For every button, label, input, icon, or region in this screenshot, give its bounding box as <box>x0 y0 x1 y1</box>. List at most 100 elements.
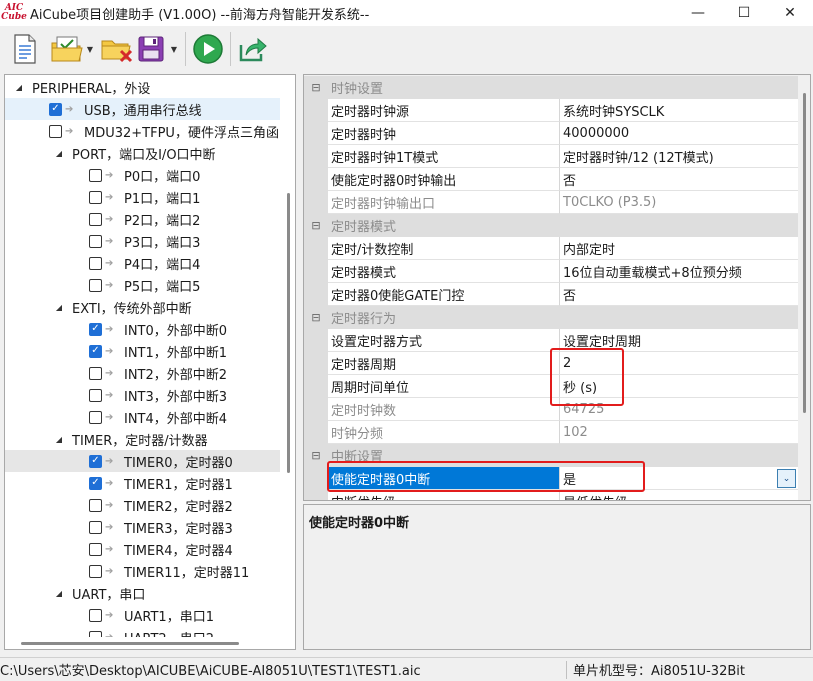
expand-collapse-icon[interactable]: ◢ <box>53 301 65 313</box>
tree-group-node[interactable]: ◢ UART，串口 <box>5 582 280 604</box>
maximize-button[interactable]: ☐ <box>721 0 767 26</box>
property-vertical-scroll-thumb[interactable] <box>803 93 806 413</box>
property-name[interactable]: 定时器时钟源 <box>328 99 560 122</box>
close-button[interactable]: ✕ <box>767 0 813 26</box>
enable-checkbox[interactable] <box>89 168 102 182</box>
expand-collapse-icon[interactable]: ◢ <box>53 433 65 445</box>
property-row[interactable]: 定时器时钟输出口 T0CLKO (P3.5) <box>304 191 798 214</box>
property-row[interactable]: 定时器时钟 40000000 <box>304 122 798 145</box>
enable-checkbox[interactable] <box>89 256 102 270</box>
property-value[interactable]: 16位自动重载模式+8位预分频 <box>560 260 798 283</box>
property-name[interactable]: 周期时间单位 <box>328 375 560 398</box>
enable-checkbox[interactable] <box>49 102 62 116</box>
property-name[interactable]: 定时/计数控制 <box>328 237 560 260</box>
enable-checkbox[interactable] <box>89 366 102 380</box>
tree-item[interactable]: ➔ MDU32+TFPU，硬件浮点三角函 <box>5 120 280 142</box>
collapse-category-icon[interactable]: ⊟ <box>304 214 328 237</box>
tree-vertical-scrollbar[interactable] <box>283 75 295 649</box>
open-project-dropdown-arrow[interactable]: ▼ <box>84 30 96 68</box>
tree-item[interactable]: ➔ INT0，外部中断0 <box>5 318 280 340</box>
open-project-button[interactable] <box>50 30 84 68</box>
property-name[interactable]: 定时时钟数 <box>328 398 560 421</box>
save-dropdown-arrow[interactable]: ▼ <box>168 30 180 68</box>
property-row[interactable]: 时钟分频 102 <box>304 421 798 444</box>
enable-checkbox[interactable] <box>49 124 62 138</box>
property-row[interactable]: 定时器时钟1T模式 定时器时钟/12 (12T模式) <box>304 145 798 168</box>
property-value[interactable]: 否 <box>560 168 798 191</box>
enable-checkbox[interactable] <box>89 476 102 490</box>
peripheral-tree[interactable]: ◢ PERIPHERAL，外设 ➔ USB，通用串行总线 ➔ MDU32+TFPU，硬件浮… <box>4 74 296 650</box>
property-value[interactable]: 40000000 <box>560 122 798 145</box>
property-row[interactable]: 定时器模式 16位自动重载模式+8位预分频 <box>304 260 798 283</box>
property-name[interactable]: 定时器周期 <box>328 352 560 375</box>
enable-checkbox[interactable] <box>89 498 102 512</box>
tree-item[interactable]: ➔ TIMER4，定时器4 <box>5 538 280 560</box>
save-button[interactable] <box>134 30 168 68</box>
tree-item[interactable]: ➔ TIMER2，定时器2 <box>5 494 280 516</box>
property-row[interactable]: 使能定时器0时钟输出否 <box>304 168 798 191</box>
tree-item[interactable]: ➔ TIMER1，定时器1 <box>5 472 280 494</box>
tree-item[interactable]: ➔ INT3，外部中断3 <box>5 384 280 406</box>
property-vertical-scrollbar[interactable] <box>798 75 810 500</box>
tree-item[interactable]: ➔ INT4，外部中断4 <box>5 406 280 428</box>
property-name[interactable]: 时钟分频 <box>328 421 560 444</box>
tree-group-node[interactable]: ◢ EXTI，传统外部中断 <box>5 296 280 318</box>
enable-checkbox[interactable] <box>89 212 102 226</box>
value-dropdown-button[interactable]: ⌄ <box>777 469 796 488</box>
enable-checkbox[interactable] <box>89 454 102 468</box>
property-value[interactable]: 内部定时 <box>560 237 798 260</box>
property-grid[interactable]: ⊟ 时钟设置 定时器时钟源 系统时钟SYSCLK 定时器时钟 40000000 定时器时钟1… <box>303 74 811 501</box>
tree-item[interactable]: ➔ P0口，端口0 <box>5 164 280 186</box>
property-row[interactable]: 定时/计数控制 内部定时 <box>304 237 798 260</box>
expand-collapse-icon[interactable]: ◢ <box>13 81 25 93</box>
property-name[interactable]: 使能定时器0时钟输出 <box>328 168 560 191</box>
property-value[interactable]: 否 <box>560 283 798 306</box>
new-document-button[interactable] <box>8 30 42 68</box>
tree-item[interactable]: ➔ INT2，外部中断2 <box>5 362 280 384</box>
property-row[interactable]: 定时器0使能GATE门控否 <box>304 283 798 306</box>
enable-checkbox[interactable] <box>89 190 102 204</box>
enable-checkbox[interactable] <box>89 322 102 336</box>
tree-vertical-scroll-thumb[interactable] <box>287 193 290 473</box>
property-name[interactable]: 定时器模式 <box>328 260 560 283</box>
tree-group-node[interactable]: ◢ TIMER，定时器/计数器 <box>5 428 280 450</box>
enable-checkbox[interactable] <box>89 564 102 578</box>
property-value[interactable]: 102 <box>560 421 798 444</box>
collapse-category-icon[interactable]: ⊟ <box>304 306 328 329</box>
minimize-button[interactable]: — <box>675 0 721 26</box>
enable-checkbox[interactable] <box>89 520 102 534</box>
run-button[interactable] <box>191 30 225 68</box>
tree-item[interactable]: ➔ P3口，端口3 <box>5 230 280 252</box>
enable-checkbox[interactable] <box>89 542 102 556</box>
tree-item[interactable]: ➔ TIMER0，定时器0 <box>5 450 280 472</box>
export-button[interactable] <box>236 30 270 68</box>
enable-checkbox[interactable] <box>89 608 102 622</box>
enable-checkbox[interactable] <box>89 388 102 402</box>
enable-checkbox[interactable] <box>89 234 102 248</box>
close-project-button[interactable] <box>100 30 134 68</box>
tree-item[interactable]: ➔ UART1，串口1 <box>5 604 280 626</box>
enable-checkbox[interactable] <box>89 344 102 358</box>
expand-collapse-icon[interactable]: ◢ <box>53 147 65 159</box>
tree-item[interactable]: ➔ P1口，端口1 <box>5 186 280 208</box>
property-value[interactable]: 系统时钟SYSCLK <box>560 99 798 122</box>
tree-item[interactable]: ➔ USB，通用串行总线 <box>5 98 280 120</box>
tree-horizontal-scroll-thumb[interactable] <box>21 642 239 645</box>
collapse-category-icon[interactable]: ⊟ <box>304 444 328 467</box>
property-name[interactable]: 定时器时钟输出口 <box>328 191 560 214</box>
property-category[interactable]: ⊟ 定时器行为 <box>304 306 798 329</box>
tree-horizontal-scrollbar[interactable] <box>5 637 295 649</box>
tree-item[interactable]: ➔ P5口，端口5 <box>5 274 280 296</box>
property-name[interactable]: 定时器时钟1T模式 <box>328 145 560 168</box>
property-name[interactable]: 定时器时钟 <box>328 122 560 145</box>
expand-collapse-icon[interactable]: ◢ <box>53 587 65 599</box>
tree-item[interactable]: ➔ INT1，外部中断1 <box>5 340 280 362</box>
tree-item[interactable]: ➔ P2口，端口2 <box>5 208 280 230</box>
property-value[interactable]: T0CLKO (P3.5) <box>560 191 798 214</box>
property-category[interactable]: ⊟ 定时器模式 <box>304 214 798 237</box>
collapse-category-icon[interactable]: ⊟ <box>304 76 328 99</box>
tree-group-node[interactable]: ◢ PORT，端口及I/O口中断 <box>5 142 280 164</box>
enable-checkbox[interactable] <box>89 410 102 424</box>
property-name[interactable]: 定时器0使能GATE门控 <box>328 283 560 306</box>
tree-group-node[interactable]: ◢ PERIPHERAL，外设 <box>5 76 280 98</box>
